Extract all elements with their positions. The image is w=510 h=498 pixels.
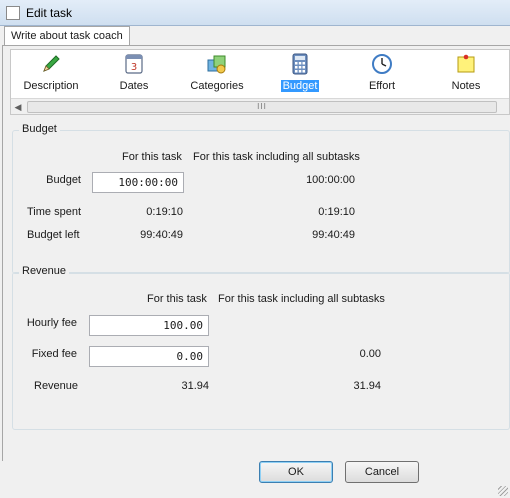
budget-input[interactable]: 100:00:00 — [92, 172, 184, 193]
cancel-button[interactable]: Cancel — [345, 461, 419, 483]
clock-icon — [372, 54, 392, 74]
budget-group-title: Budget — [19, 123, 60, 135]
dialog-client-area: Write about task coach Description 3 Dat… — [0, 26, 510, 498]
hourly-fee-input[interactable]: 100.00 — [89, 315, 209, 336]
page-toolbar: Description 3 Dates Categories Budget Ef… — [10, 49, 510, 115]
fixed-fee-input[interactable]: 0.00 — [89, 346, 209, 367]
revenue-group-title: Revenue — [19, 265, 70, 277]
resize-grip-icon[interactable] — [498, 486, 508, 496]
tab-task[interactable]: Write about task coach — [4, 26, 130, 46]
svg-text:3: 3 — [131, 62, 137, 73]
revenue-subtasks-value: 31.94 — [353, 380, 381, 392]
budget-subtasks-value: 100:00:00 — [306, 174, 355, 186]
scroll-left-icon[interactable]: ◀ — [11, 100, 25, 114]
budget-left-value: 99:40:49 — [140, 229, 183, 241]
revenue-col-subtasks: For this task including all subtasks — [218, 293, 385, 305]
calculator-icon — [292, 53, 308, 75]
ok-button[interactable]: OK — [259, 461, 333, 483]
sticky-note-icon — [457, 54, 475, 73]
toolbar-label-effort: Effort — [368, 80, 396, 92]
categories-icon — [207, 55, 226, 74]
window-icon — [6, 6, 20, 20]
budget-group: Budget For this task For this task inclu… — [12, 123, 510, 274]
fixed-fee-label: Fixed fee — [31, 348, 77, 360]
budget-label: Budget — [46, 174, 81, 186]
revenue-col-task: For this task — [147, 293, 207, 305]
toolbar-label-dates: Dates — [119, 80, 149, 92]
budget-col-subtasks: For this task including all subtasks — [193, 151, 360, 163]
time-spent-label: Time spent — [27, 206, 82, 218]
time-spent-subtasks-value: 0:19:10 — [318, 206, 355, 218]
calendar-icon: 3 — [125, 54, 143, 74]
budget-left-subtasks-value: 99:40:49 — [312, 229, 355, 241]
toolbar-label-categories: Categories — [190, 80, 244, 92]
revenue-group: Revenue For this task For this task incl… — [12, 265, 510, 430]
window-title: Edit task — [26, 6, 73, 20]
hourly-fee-label: Hourly fee — [26, 317, 77, 329]
toolbar-label-description: Description — [23, 80, 79, 92]
toolbar-horizontal-scrollbar[interactable]: ◀ III — [11, 98, 509, 114]
fixed-fee-subtasks-value: 0.00 — [359, 348, 381, 360]
revenue-label: Revenue — [34, 380, 79, 392]
title-bar: Edit task — [0, 0, 510, 26]
revenue-value: 31.94 — [181, 380, 209, 392]
budget-left-label: Budget left — [27, 229, 80, 241]
pencil-icon — [43, 55, 60, 72]
toolbar-label-budget: Budget — [280, 80, 320, 92]
toolbar-label-notes: Notes — [451, 80, 481, 92]
time-spent-value: 0:19:10 — [146, 206, 183, 218]
scrollbar-thumb[interactable]: III — [27, 101, 497, 113]
budget-col-task: For this task — [122, 151, 182, 163]
